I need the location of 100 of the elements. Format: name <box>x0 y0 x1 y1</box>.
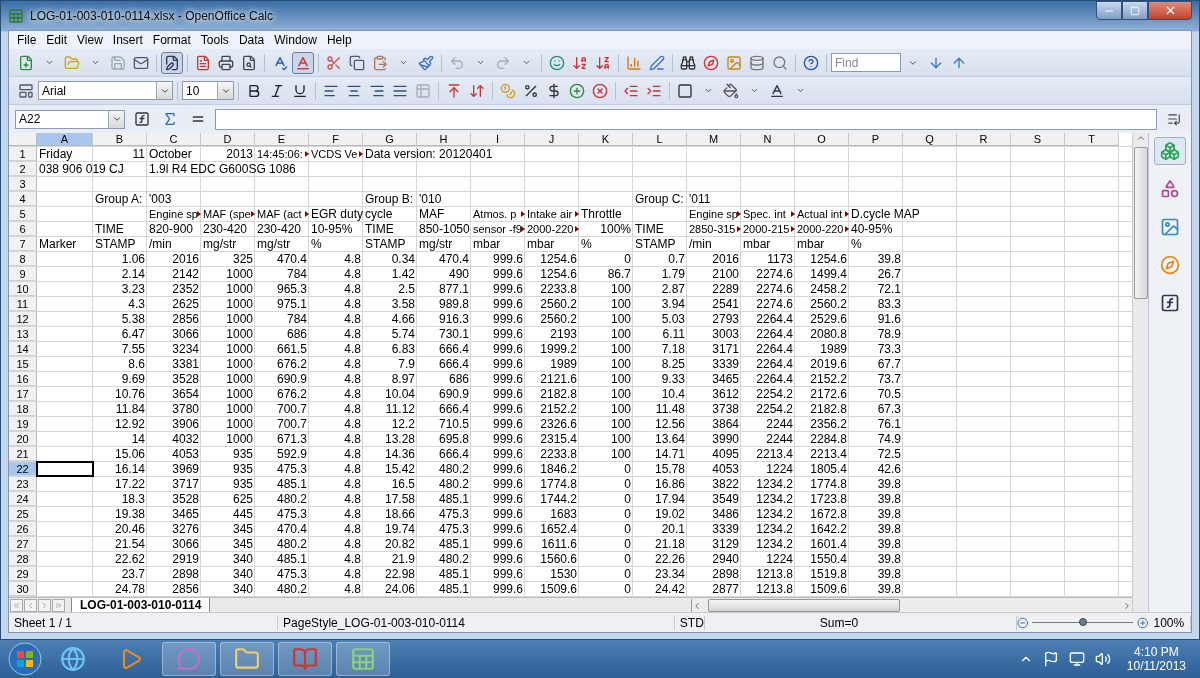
cell-text: 1234.2 <box>756 537 793 551</box>
row-header[interactable]: 3 <box>9 177 37 191</box>
row-header[interactable]: 30 <box>9 582 37 596</box>
borders-icon <box>677 82 693 99</box>
column-header[interactable]: S <box>1011 133 1065 146</box>
column-header[interactable]: T <box>1065 133 1119 146</box>
row-header[interactable]: 2 <box>9 162 37 176</box>
menu-item[interactable]: Edit <box>41 33 73 47</box>
edit-file-button[interactable] <box>161 51 183 74</box>
taskbar-button[interactable] <box>220 642 274 676</box>
cell-text: 13.64 <box>654 432 685 446</box>
column-header[interactable]: C <box>147 133 201 146</box>
previous-sheet-button[interactable] <box>24 599 37 612</box>
font-name-field[interactable]: Arial <box>38 81 173 100</box>
column-header[interactable]: D <box>201 133 255 146</box>
cell-text: 710.5 <box>438 417 469 431</box>
row-header[interactable]: 19 <box>9 417 37 431</box>
row-header[interactable]: 6 <box>9 222 37 236</box>
row-header[interactable]: 27 <box>9 537 37 551</box>
taskbar-button[interactable] <box>278 642 332 676</box>
column-header[interactable]: Q <box>903 133 957 146</box>
row-header[interactable]: 18 <box>9 402 37 416</box>
menu-item[interactable]: File <box>12 33 42 47</box>
row-header[interactable]: 15 <box>9 357 37 371</box>
start-button[interactable] <box>8 642 42 676</box>
row-header[interactable]: 14 <box>9 342 37 356</box>
row-header[interactable]: 10 <box>9 282 37 296</box>
zoom-slider-thumb[interactable] <box>1078 618 1087 626</box>
row-header[interactable]: 21 <box>9 447 37 461</box>
column-header[interactable]: I <box>471 133 525 146</box>
caret-icon <box>398 58 408 67</box>
cell-cursor[interactable] <box>36 461 94 477</box>
column-header[interactable]: L <box>633 133 687 146</box>
cell-text: 7.18 <box>661 342 685 356</box>
find-field[interactable]: Find <box>831 53 901 72</box>
row-header[interactable]: 20 <box>9 432 37 446</box>
taskbar-button[interactable] <box>162 642 216 676</box>
row-header[interactable]: 4 <box>9 192 37 206</box>
row-header[interactable]: 16 <box>9 372 37 386</box>
row-header[interactable]: 5 <box>9 207 37 221</box>
formula-input[interactable] <box>215 108 1157 130</box>
row-header[interactable]: 7 <box>9 237 37 251</box>
column-header[interactable]: E <box>255 133 309 146</box>
next-sheet-button[interactable] <box>38 599 51 612</box>
row-header[interactable]: 13 <box>9 327 37 341</box>
maximize-button[interactable] <box>1122 1 1148 20</box>
cell-text: 1000 <box>226 387 253 401</box>
row-header[interactable]: 26 <box>9 522 37 536</box>
column-header[interactable]: G <box>363 133 417 146</box>
column-header[interactable]: N <box>741 133 795 146</box>
row-header[interactable]: 8 <box>9 252 37 266</box>
cell-text: Engine sp <box>689 207 738 221</box>
menu-item[interactable]: Data <box>233 33 270 47</box>
menu-item[interactable]: Tools <box>195 33 234 47</box>
cell-text: 676.2 <box>276 387 307 401</box>
row-header[interactable]: 28 <box>9 552 37 566</box>
row-header[interactable]: 25 <box>9 507 37 521</box>
row-header[interactable]: 23 <box>9 477 37 491</box>
clock-time: 4:10 PM <box>1134 645 1179 659</box>
column-header[interactable]: F <box>309 133 363 146</box>
cell-text: 15.42 <box>384 462 415 476</box>
column-header[interactable]: R <box>957 133 1011 146</box>
column-header[interactable]: J <box>525 133 579 146</box>
row-header[interactable]: 12 <box>9 312 37 326</box>
column-header[interactable]: P <box>849 133 903 146</box>
cell-text: 999.6 <box>492 552 523 566</box>
cell-text: 3738 <box>712 402 739 416</box>
first-sheet-button[interactable] <box>10 599 23 612</box>
row-header[interactable]: 1 <box>9 147 37 161</box>
cell-text: 1601.4 <box>810 537 847 551</box>
row-header[interactable]: 11 <box>9 297 37 311</box>
row-header[interactable]: 29 <box>9 567 37 581</box>
properties-button[interactable] <box>1154 137 1186 165</box>
row-header[interactable]: 24 <box>9 492 37 506</box>
name-box[interactable]: A22 <box>15 109 125 129</box>
menu-item[interactable]: View <box>72 33 108 47</box>
menu-item[interactable]: Help <box>321 33 357 47</box>
close-button[interactable] <box>1148 1 1192 20</box>
menu-item[interactable]: Window <box>269 33 322 47</box>
cell-text: MAF (act <box>257 207 302 221</box>
taskbar-button[interactable] <box>336 642 390 676</box>
auto-spellcheck-button[interactable] <box>292 51 314 74</box>
column-header[interactable]: B <box>93 133 147 146</box>
column-header[interactable]: K <box>579 133 633 146</box>
column-header[interactable]: A <box>37 133 93 146</box>
row-header[interactable]: 17 <box>9 387 37 401</box>
vertical-scrollbar[interactable] <box>1132 133 1148 612</box>
row-header[interactable]: 22 <box>9 462 37 476</box>
minimize-button[interactable] <box>1096 1 1122 20</box>
column-header[interactable]: H <box>417 133 471 146</box>
row-header[interactable]: 9 <box>9 267 37 281</box>
column-header[interactable]: O <box>795 133 849 146</box>
last-sheet-button[interactable] <box>52 599 65 612</box>
cell-text: 1805.4 <box>810 462 847 476</box>
horizontal-scrollbar[interactable] <box>691 598 1132 613</box>
font-size-field[interactable]: 10 <box>182 81 234 100</box>
menu-item[interactable]: Format <box>147 33 196 47</box>
draw-icon <box>649 54 665 71</box>
menu-item[interactable]: Insert <box>107 33 148 47</box>
column-header[interactable]: M <box>687 133 741 146</box>
